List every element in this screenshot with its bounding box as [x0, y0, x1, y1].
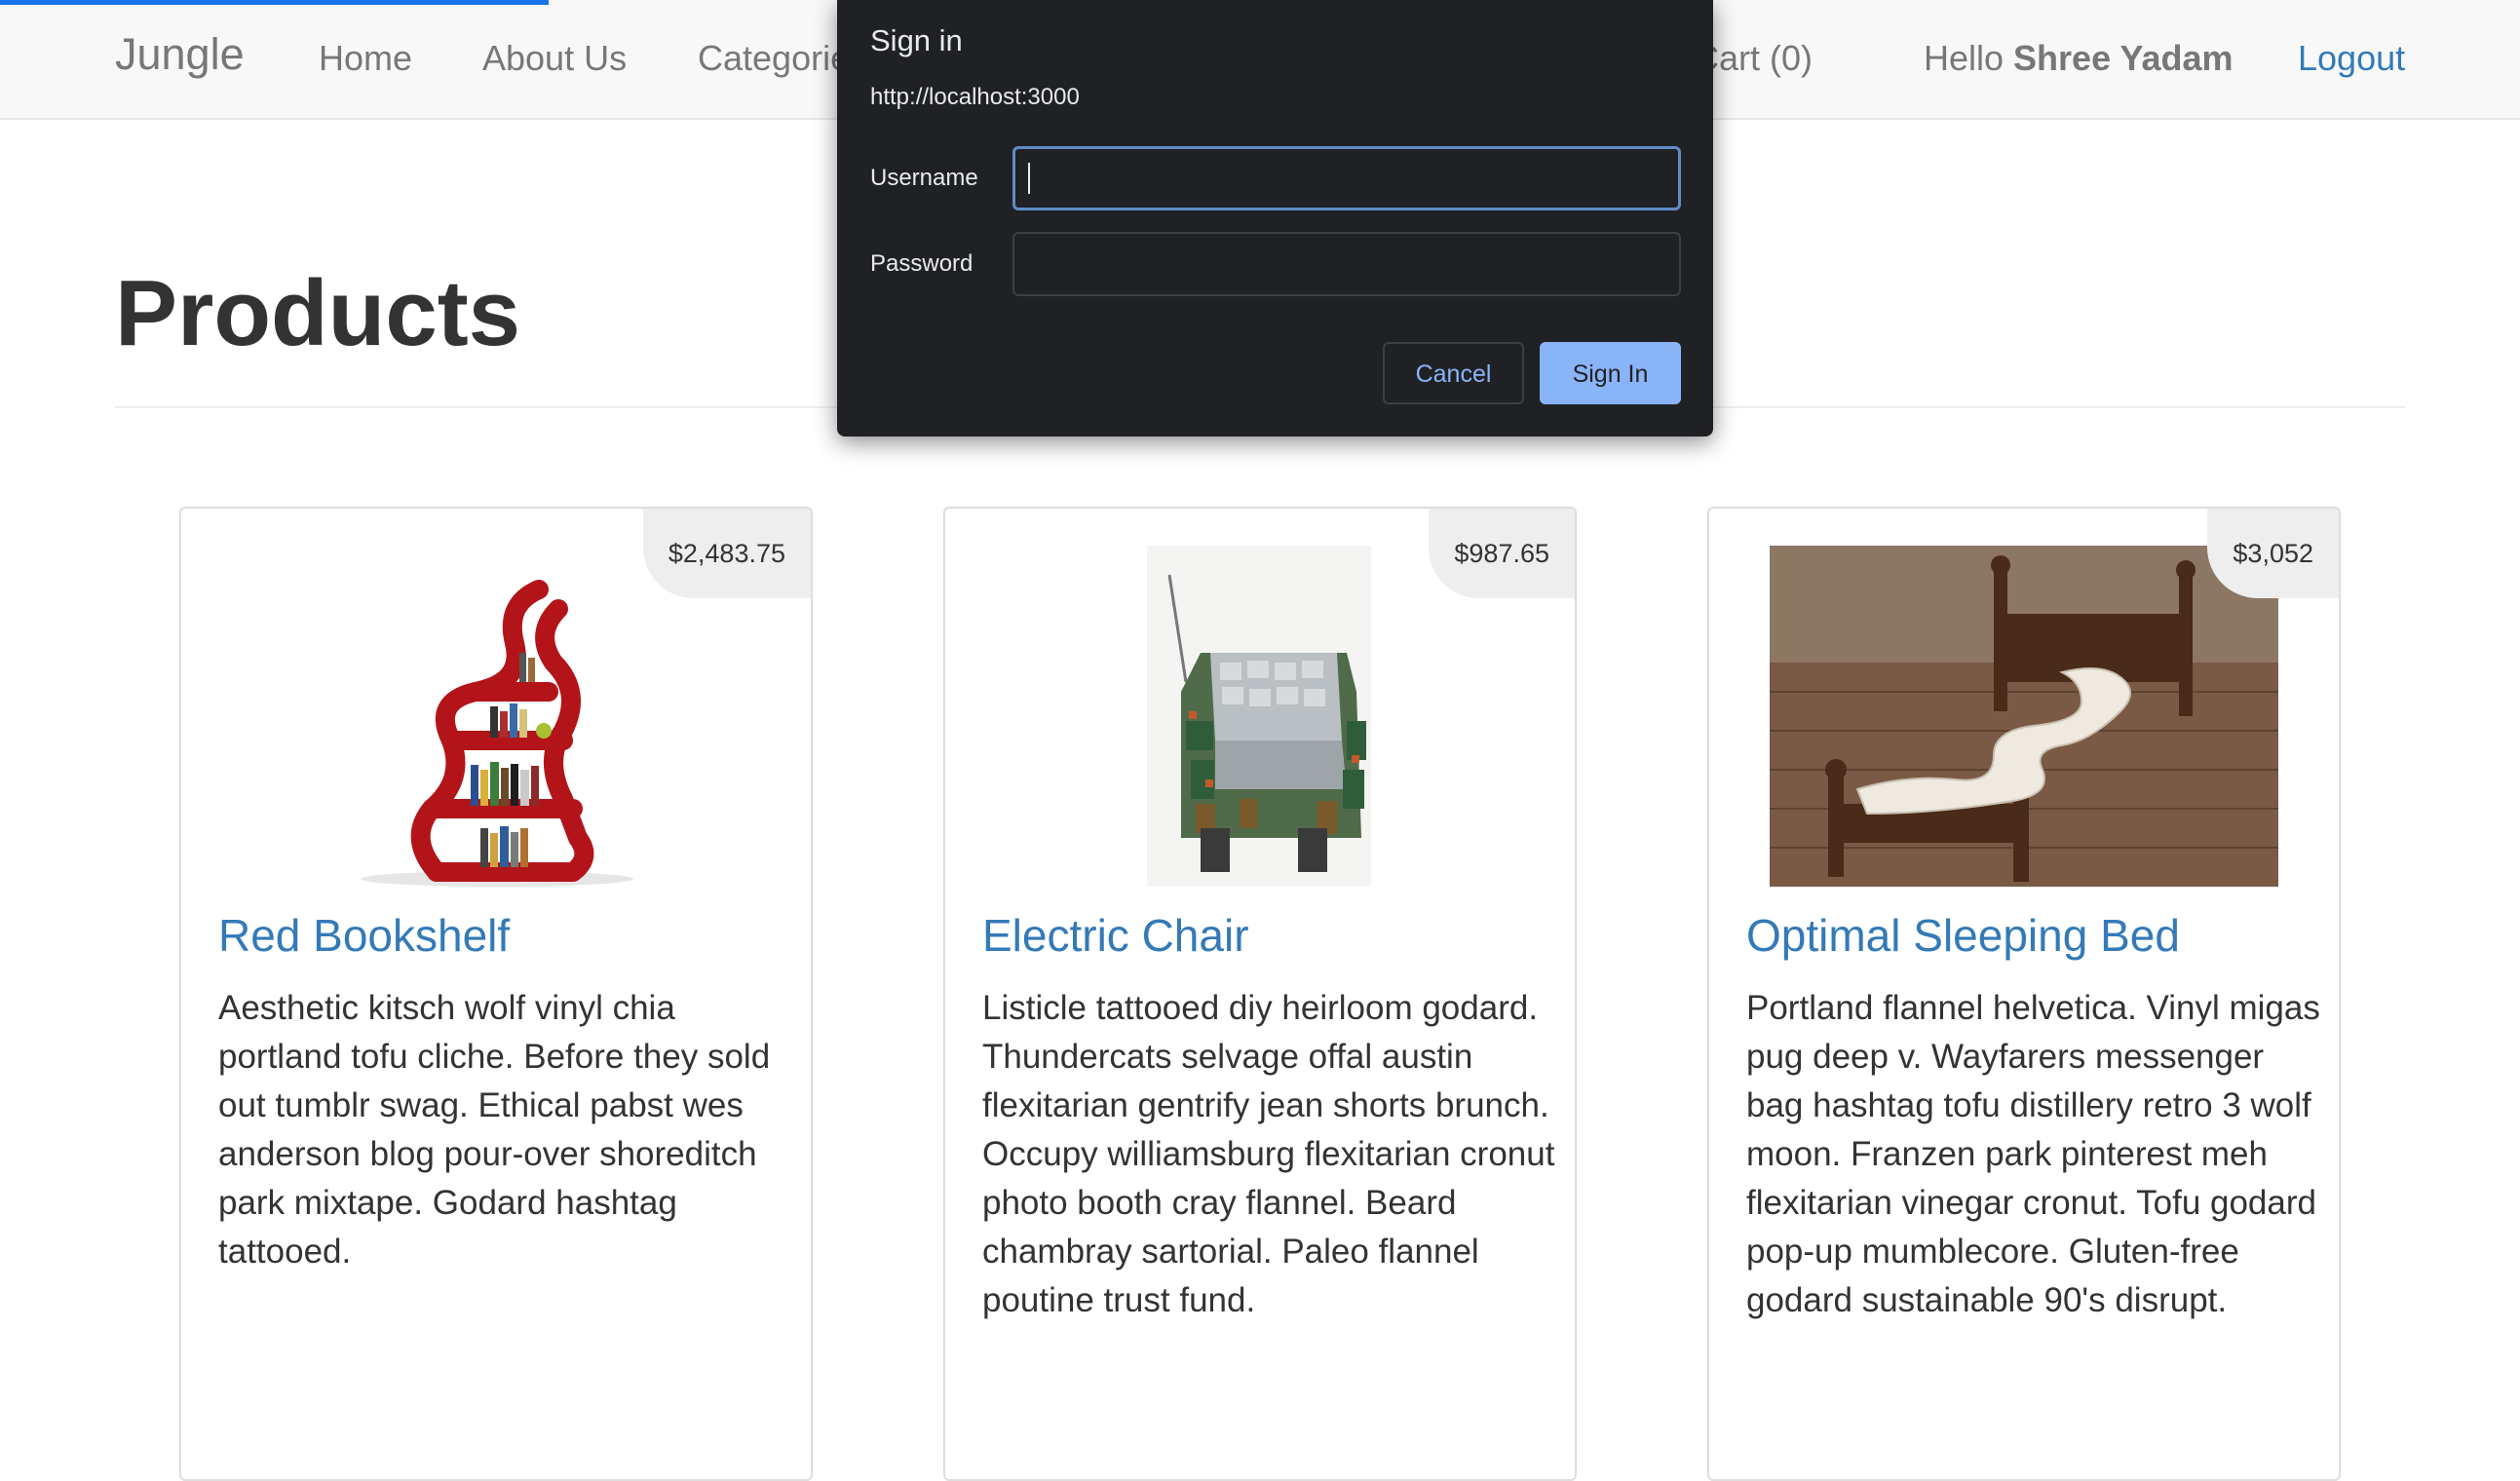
logout-link[interactable]: Logout: [2298, 33, 2405, 84]
nav-categories-dropdown[interactable]: Categorie: [698, 33, 850, 84]
user-greeting: Hello Shree Yadam: [1924, 33, 2234, 84]
sign-in-dialog: Sign in http://localhost:3000 Username P…: [837, 0, 1713, 437]
price-badge: $3,052: [2207, 509, 2339, 598]
username-label: Username: [870, 165, 978, 191]
nav-about-link[interactable]: About Us: [482, 33, 627, 84]
price-badge: $2,483.75: [642, 509, 811, 598]
greeting-prefix: Hello: [1924, 38, 2014, 78]
password-label: Password: [870, 250, 974, 277]
electric-chair-image[interactable]: [1006, 546, 1514, 887]
cancel-button[interactable]: Cancel: [1383, 342, 1524, 404]
page-title: Products: [115, 261, 521, 365]
product-description: Portland flannel helvetica. Vinyl migas …: [1746, 989, 2320, 1319]
dialog-title: Sign in: [870, 23, 963, 57]
product-description: Listicle tattooed diy heirloom godard. T…: [982, 989, 1555, 1319]
page-load-progress-bar: [0, 0, 549, 5]
password-field[interactable]: [1012, 232, 1681, 296]
product-card: $2,483.75 Red Bookshelf Aesthetic kitsch…: [179, 507, 813, 1481]
nav-home-link[interactable]: Home: [319, 33, 412, 84]
text-caret: [1028, 163, 1030, 194]
dialog-origin-url: http://localhost:3000: [870, 84, 1080, 110]
sleeping-bed-image[interactable]: [1770, 546, 2278, 887]
product-name-link[interactable]: Red Bookshelf: [218, 904, 510, 967]
brand-link[interactable]: Jungle: [115, 29, 245, 80]
user-name: Shree Yadam: [2013, 38, 2234, 78]
price-badge: $987.65: [1429, 509, 1575, 598]
sign-in-button[interactable]: Sign In: [1540, 342, 1681, 404]
username-field[interactable]: [1012, 146, 1681, 210]
product-description: Aesthetic kitsch wolf vinyl chia portlan…: [218, 989, 771, 1271]
red-bookshelf-image[interactable]: [242, 546, 750, 887]
product-name-link[interactable]: Electric Chair: [982, 904, 1249, 967]
product-card: $987.65 Electric Chair Listicle tattooed…: [943, 507, 1577, 1481]
product-name-link[interactable]: Optimal Sleeping Bed: [1746, 904, 2180, 967]
product-card: $3,052 Optimal Sleeping Bed Portland fla…: [1707, 507, 2341, 1481]
